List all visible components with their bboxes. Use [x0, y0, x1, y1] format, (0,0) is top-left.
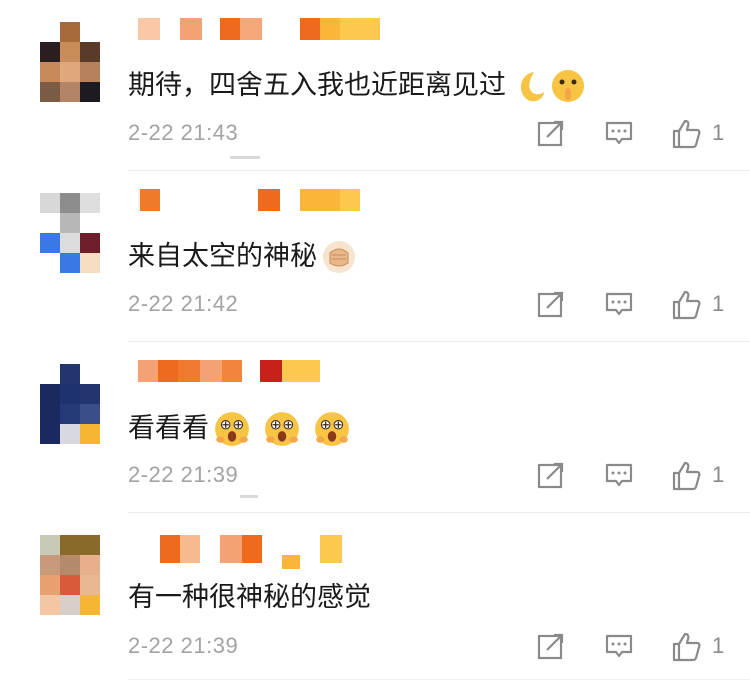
- like-icon[interactable]: [670, 631, 702, 663]
- comment-icon[interactable]: [604, 631, 634, 661]
- comment-actions: 1: [536, 627, 750, 667]
- comment-item: 看看看 2-22 21:39 1: [0, 342, 750, 513]
- comment-text: 来自太空的神秘: [128, 239, 357, 275]
- username[interactable]: [138, 531, 398, 569]
- username[interactable]: [138, 189, 398, 211]
- comment-text-content: 来自太空的神秘: [128, 241, 317, 272]
- share-icon[interactable]: [536, 631, 566, 661]
- like-icon[interactable]: [670, 460, 702, 492]
- comment-item: 有一种很神秘的感觉 2-22 21:39 1: [0, 513, 750, 684]
- share-icon[interactable]: [536, 460, 566, 490]
- comment-actions: 1: [536, 456, 750, 496]
- avatar[interactable]: [40, 22, 120, 102]
- share-icon[interactable]: [536, 289, 566, 319]
- comment-text-content: 期待，四舍五入我也近距离见过: [128, 70, 506, 101]
- raised-fist-icon: [323, 241, 355, 273]
- starstruck-face-icon: [265, 412, 299, 446]
- comment-text-content: 有一种很神秘的感觉: [128, 582, 371, 613]
- avatar[interactable]: [40, 193, 120, 273]
- timestamp: 2-22 21:39: [128, 462, 239, 487]
- timestamp: 2-22 21:43: [128, 120, 239, 145]
- comment-item: 来自太空的神秘 2-22 21:42 1: [0, 171, 750, 342]
- comment-text: 有一种很神秘的感觉: [128, 581, 371, 615]
- comment-icon[interactable]: [604, 118, 634, 148]
- avatar[interactable]: [40, 535, 120, 615]
- comment-icon[interactable]: [604, 289, 634, 319]
- comment-actions: 1: [536, 285, 750, 325]
- like-count: 1: [712, 462, 725, 487]
- share-icon[interactable]: [536, 118, 566, 148]
- like-count: 1: [712, 291, 725, 316]
- shushing-face-icon: [552, 70, 584, 102]
- comment-text: 看看看: [128, 410, 351, 448]
- avatar[interactable]: [40, 364, 120, 444]
- like-icon[interactable]: [670, 289, 702, 321]
- comment-icon[interactable]: [604, 460, 634, 490]
- comment-text-content: 看看看: [128, 413, 209, 444]
- username[interactable]: [138, 18, 398, 40]
- like-count: 1: [712, 633, 725, 658]
- timestamp: 2-22 21:39: [128, 633, 239, 658]
- starstruck-face-icon: [215, 412, 249, 446]
- comment-text: 期待，四舍五入我也近距离见过: [128, 68, 586, 104]
- timestamp: 2-22 21:42: [128, 291, 239, 316]
- like-icon[interactable]: [670, 118, 702, 150]
- comment-item: 期待，四舍五入我也近距离见过 2-22 21:43 1: [0, 0, 750, 171]
- starstruck-face-icon: [315, 412, 349, 446]
- comment-actions: 1: [536, 114, 750, 154]
- like-count: 1: [712, 120, 725, 145]
- crescent-moon-icon: [520, 72, 544, 102]
- username[interactable]: [138, 360, 398, 382]
